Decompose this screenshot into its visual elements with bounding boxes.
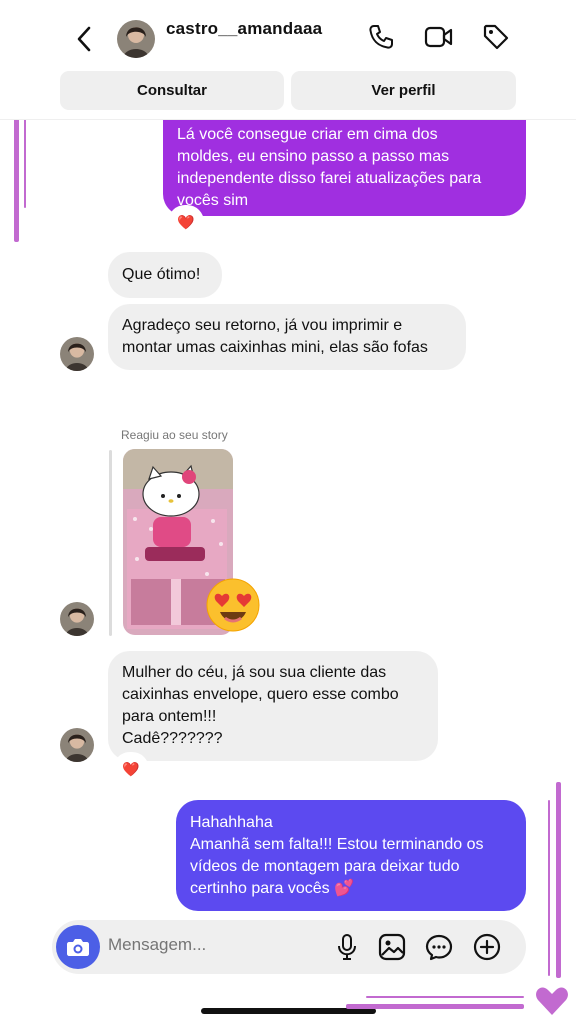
phone-icon xyxy=(369,25,393,49)
message-line: caixinhas envelope, quero esse combo xyxy=(122,686,399,703)
heart-eyes-reaction[interactable] xyxy=(205,577,261,633)
microphone-button[interactable] xyxy=(332,932,362,962)
sender-avatar[interactable] xyxy=(60,602,94,636)
heart-reaction[interactable]: ❤️ xyxy=(170,207,202,237)
message-input[interactable] xyxy=(108,935,308,955)
sticker-button[interactable] xyxy=(424,932,454,962)
sender-avatar[interactable] xyxy=(60,728,94,762)
frame-line xyxy=(366,996,524,998)
view-profile-button[interactable]: Ver perfil xyxy=(291,71,516,110)
message-line: Hahahhaha xyxy=(190,813,273,831)
heart-decoration-icon xyxy=(536,987,568,1015)
call-button[interactable] xyxy=(366,22,396,52)
sender-avatar[interactable] xyxy=(60,337,94,371)
gallery-button[interactable] xyxy=(377,932,407,962)
heart-reaction[interactable]: ❤️ xyxy=(115,754,147,784)
video-camera-icon xyxy=(424,26,453,48)
more-button[interactable] xyxy=(472,932,502,962)
camera-button[interactable] xyxy=(56,925,100,969)
frame-line xyxy=(548,800,550,976)
chevron-left-icon xyxy=(77,26,91,52)
message-line: Que ótimo! xyxy=(122,266,201,283)
message-line: vídeos de montagem para deixar tudo xyxy=(190,857,460,875)
consult-button[interactable]: Consultar xyxy=(60,71,284,110)
message-line: para ontem!!! xyxy=(122,708,217,725)
frame-line xyxy=(556,782,561,978)
tag-icon xyxy=(483,24,509,50)
received-message[interactable]: Mulher do céu, já sou sua cliente das ca… xyxy=(108,651,438,761)
frame-line xyxy=(346,1004,524,1009)
video-call-button[interactable] xyxy=(424,22,454,52)
received-message[interactable]: Que ótimo! xyxy=(108,252,222,298)
plus-circle-icon xyxy=(473,933,501,961)
contact-avatar[interactable] xyxy=(117,20,155,58)
tag-button[interactable] xyxy=(481,22,511,52)
message-composer xyxy=(52,920,526,974)
message-line: montar umas caixinhas mini, elas são fof… xyxy=(122,339,428,356)
heart-eyes-emoji-icon xyxy=(206,578,260,632)
message-line: moldes, eu ensino passo a passo mas xyxy=(177,148,450,165)
image-icon xyxy=(378,933,406,961)
chat-header: castro__amandaaa Consultar Ver perfil xyxy=(0,0,576,120)
message-line: Cadê??????? xyxy=(122,730,223,747)
message-line: independente disso farei atualizações pa… xyxy=(177,170,482,187)
message-line: vocês sim xyxy=(177,192,249,209)
message-line: Agradeço seu retorno, já vou imprimir e xyxy=(122,317,403,334)
back-button[interactable] xyxy=(70,22,98,56)
story-reply-label: Reagiu ao seu story xyxy=(121,428,228,442)
story-quote-bar xyxy=(109,450,112,636)
sent-message[interactable]: Hahahhaha Amanhã sem falta!!! Estou term… xyxy=(176,800,526,911)
chat-bubble-icon xyxy=(425,934,453,961)
message-line: Lá você consegue criar em cima dos xyxy=(177,126,438,143)
message-line: Mulher do céu, já sou sua cliente das xyxy=(122,664,387,681)
message-line: Amanhã sem falta!!! Estou terminando os xyxy=(190,835,484,853)
camera-icon xyxy=(67,939,89,956)
received-message[interactable]: Agradeço seu retorno, já vou imprimir e … xyxy=(108,304,466,370)
microphone-icon xyxy=(338,934,356,960)
message-line: certinho para vocês 💕 xyxy=(190,879,354,897)
contact-username[interactable]: castro__amandaaa xyxy=(166,19,322,39)
